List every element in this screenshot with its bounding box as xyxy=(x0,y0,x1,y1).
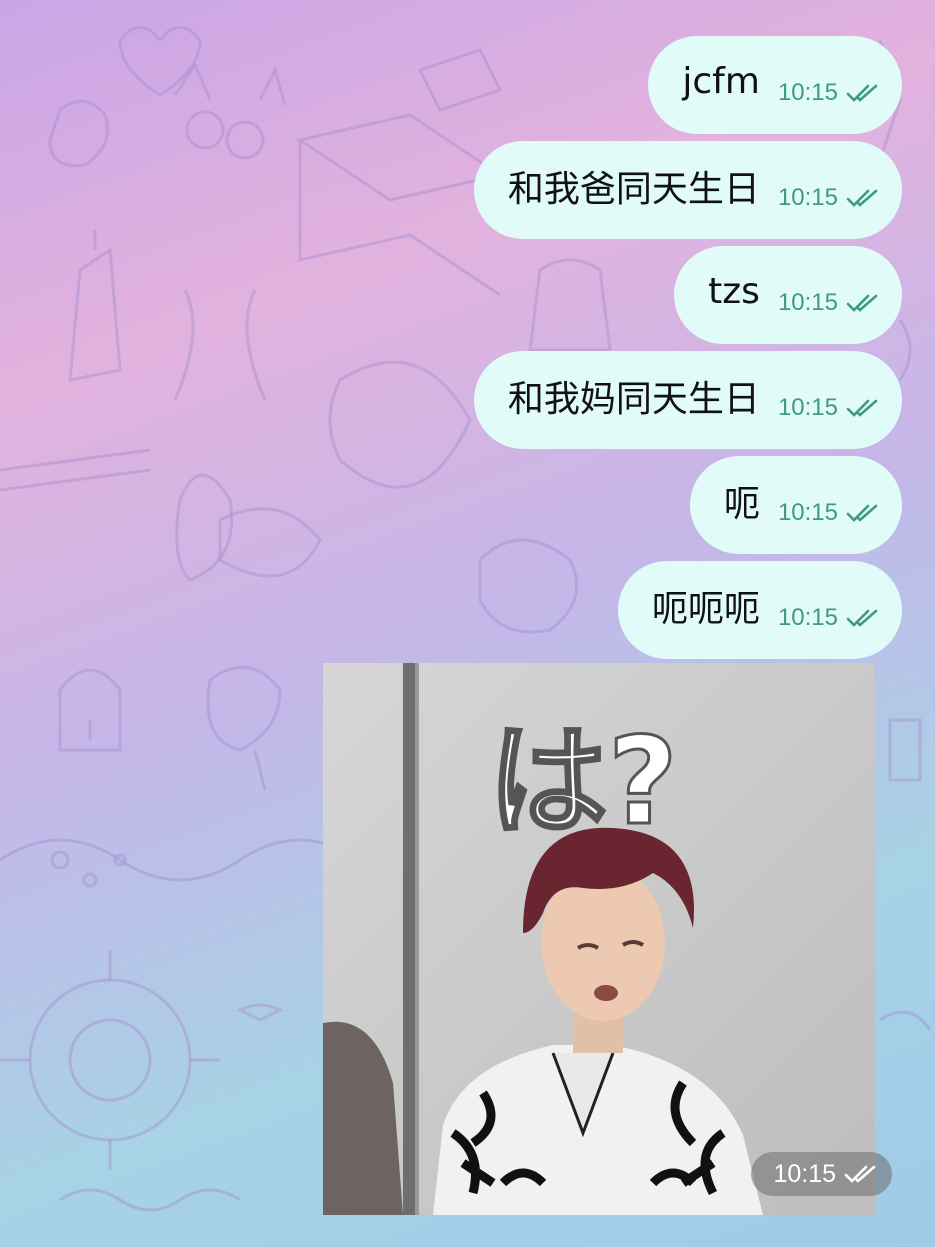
photo-meta: 10:15 xyxy=(751,1152,892,1196)
message-time: 10:15 xyxy=(777,79,838,106)
message-meta: 10:15 xyxy=(778,79,880,107)
double-check-icon xyxy=(846,609,878,627)
message-meta: 10:15 xyxy=(778,604,880,632)
message-text: 呃 xyxy=(723,484,760,525)
message-text: 呃呃呃 xyxy=(651,589,760,630)
message-time: 10:15 xyxy=(777,184,838,211)
message-text: 和我妈同天生日 xyxy=(507,379,760,420)
message-time: 10:15 xyxy=(777,394,838,421)
message-time: 10:15 xyxy=(777,289,838,316)
message-bubble[interactable]: 和我爸同天生日 10:15 xyxy=(473,141,902,239)
message-bubble[interactable]: 和我妈同天生日 10:15 xyxy=(473,351,902,449)
double-check-icon xyxy=(846,504,878,522)
double-check-icon xyxy=(846,294,878,312)
message-meta: 10:15 xyxy=(778,289,880,317)
photo-image: は? xyxy=(323,663,875,1215)
message-meta: 10:15 xyxy=(778,394,880,422)
photo-time: 10:15 xyxy=(773,1159,836,1188)
message-bubble[interactable]: tzs 10:15 xyxy=(674,246,902,344)
double-check-icon xyxy=(844,1165,876,1183)
message-meta: 10:15 xyxy=(778,184,880,212)
message-text: jcfm xyxy=(682,60,760,102)
double-check-icon xyxy=(846,84,878,102)
message-bubble[interactable]: 呃 10:15 xyxy=(689,456,902,554)
message-text: 和我爸同天生日 xyxy=(507,169,760,210)
message-meta: 10:15 xyxy=(778,499,880,527)
message-time: 10:15 xyxy=(777,604,838,631)
message-bubble[interactable]: jcfm 10:15 xyxy=(648,36,902,134)
message-bubble[interactable]: 呃呃呃 10:15 xyxy=(617,561,902,659)
message-text: tzs xyxy=(708,270,760,312)
photo-message[interactable]: は? xyxy=(323,663,875,1215)
photo-caption: は? xyxy=(488,713,678,852)
double-check-icon xyxy=(846,189,878,207)
double-check-icon xyxy=(846,399,878,417)
message-time: 10:15 xyxy=(777,499,838,526)
